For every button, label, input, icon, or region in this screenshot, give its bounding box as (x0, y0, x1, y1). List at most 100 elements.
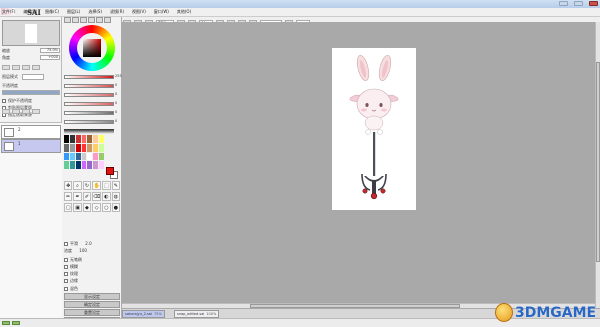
canvas-page[interactable] (332, 48, 416, 210)
color-slider[interactable] (64, 120, 114, 124)
minimize-button[interactable] (559, 1, 568, 6)
color-swatch[interactable] (99, 135, 104, 143)
tool-button[interactable]: ◆ (82, 203, 92, 212)
brush-setting-button[interactable]: 确定设定 (64, 301, 120, 308)
color-swatch[interactable] (69, 161, 75, 169)
nav-zoom-out-icon[interactable] (2, 65, 10, 70)
color-swatch[interactable] (99, 143, 104, 152)
color-swatch[interactable] (69, 135, 75, 143)
color-swatch[interactable] (64, 152, 69, 161)
tool-button[interactable]: ● (111, 203, 120, 212)
brush-option-radio[interactable] (64, 258, 68, 262)
nav-zoom-in-icon[interactable] (12, 65, 20, 70)
blending-checkbox[interactable] (64, 287, 68, 291)
color-swatch[interactable] (64, 143, 69, 152)
tool-button[interactable]: ⬚ (102, 181, 111, 190)
color-swatch[interactable] (93, 152, 99, 161)
color-wheel[interactable] (69, 25, 115, 71)
color-swatch[interactable] (81, 161, 87, 169)
menu-item-image[interactable]: 图像(C) (45, 9, 59, 15)
vertical-scrollbar-thumb[interactable] (596, 62, 600, 262)
brush-option-radio[interactable] (64, 272, 68, 276)
menu-item-other[interactable]: 其他(O) (177, 9, 191, 15)
menu-item-filter[interactable]: 滤镜(R) (110, 9, 124, 15)
tool-button[interactable]: ✒ (73, 192, 82, 201)
opacity-slider[interactable] (2, 90, 60, 95)
scratchpad-mode-icon[interactable] (104, 17, 111, 23)
color-swatch[interactable] (87, 161, 93, 169)
color-swatch[interactable] (93, 161, 99, 169)
color-swatch[interactable] (64, 135, 69, 143)
navigator-zoom-value[interactable]: 75.0% (40, 48, 60, 53)
saturation-value-square[interactable] (83, 39, 101, 57)
color-swatch[interactable] (93, 135, 99, 143)
menu-item-file[interactable]: 文件(F) (2, 9, 15, 15)
menu-item-layer[interactable]: 图层(L) (67, 9, 80, 15)
color-swatch[interactable] (87, 135, 93, 143)
layer-item[interactable]: 2 (1, 125, 61, 139)
brush-size-value[interactable]: 2.0 (85, 241, 91, 246)
merge-layer-icon[interactable] (22, 109, 30, 114)
color-swatch[interactable] (69, 143, 75, 152)
color-swatch[interactable] (81, 152, 87, 161)
tool-button[interactable]: ✥ (64, 181, 73, 190)
close-button[interactable] (589, 1, 598, 6)
tool-button[interactable]: ✐ (82, 192, 92, 201)
color-slider[interactable] (64, 75, 114, 79)
menu-item-edit[interactable]: 编辑(E) (23, 9, 37, 15)
tool-button[interactable]: ✋ (92, 181, 102, 190)
tool-button[interactable]: ◐ (102, 192, 111, 201)
layer-item-selected[interactable]: 1 (1, 139, 61, 153)
rgb-slider-mode-icon[interactable] (72, 17, 79, 23)
color-swatch[interactable] (69, 152, 75, 161)
file-tab[interactable]: sakurajyu_2.sai 75% (122, 310, 165, 318)
brush-option-radio[interactable] (64, 279, 68, 283)
color-slider[interactable] (64, 93, 114, 97)
menu-item-view[interactable]: 视图(V) (132, 9, 146, 15)
tool-button[interactable]: ◇ (92, 203, 102, 212)
tool-button[interactable]: ↻ (82, 181, 92, 190)
color-swatch[interactable] (75, 152, 81, 161)
navigator-angle-value[interactable]: +000 (40, 55, 60, 60)
color-swatch[interactable] (87, 143, 93, 152)
gray-strip[interactable] (64, 133, 114, 134)
color-swatch[interactable] (81, 135, 87, 143)
color-swatch[interactable] (99, 152, 104, 161)
hsv-slider-mode-icon[interactable] (80, 17, 87, 23)
tool-button[interactable]: ▣ (73, 203, 82, 212)
tool-button[interactable]: ◍ (111, 192, 120, 201)
color-swatch[interactable] (75, 161, 81, 169)
tool-button[interactable]: ⌫ (92, 192, 102, 201)
nav-reset-icon[interactable] (32, 65, 40, 70)
vertical-scrollbar[interactable] (595, 22, 600, 308)
tool-button[interactable]: ✎ (111, 181, 120, 190)
color-slider[interactable] (64, 84, 114, 88)
menu-item-select[interactable]: 选择(S) (88, 9, 102, 15)
canvas-area[interactable] (122, 22, 600, 308)
gradation-mode-icon[interactable] (88, 17, 95, 23)
color-wheel-mode-icon[interactable] (64, 17, 71, 23)
nav-rotate-icon[interactable] (22, 65, 30, 70)
color-slider[interactable] (64, 102, 114, 106)
delete-layer-icon[interactable] (32, 109, 40, 114)
brush-option-radio[interactable] (64, 265, 68, 269)
brush-setting-button[interactable]: 重置设定 (64, 309, 120, 316)
protect-opacity-checkbox[interactable] (2, 99, 6, 103)
color-swatch[interactable] (93, 143, 99, 152)
brush-setting-button[interactable]: 显示设定 (64, 293, 120, 300)
color-swatch[interactable] (99, 161, 104, 169)
tool-button[interactable]: ○ (102, 203, 111, 212)
tool-button[interactable]: ▢ (64, 203, 73, 212)
file-tab[interactable]: snap_edited.sai 100% (174, 310, 220, 318)
foreground-color[interactable] (106, 167, 114, 175)
tool-button[interactable]: ⌕ (73, 181, 82, 190)
color-swatch[interactable] (81, 143, 87, 152)
color-swatch[interactable] (87, 152, 93, 161)
new-layer-icon[interactable] (2, 109, 10, 114)
color-swatch[interactable] (64, 161, 69, 169)
maximize-button[interactable] (574, 1, 583, 6)
color-swatch[interactable] (75, 143, 81, 152)
color-swatch[interactable] (75, 135, 81, 143)
brush-pressure-checkbox[interactable] (64, 242, 68, 246)
fg-bg-colors[interactable] (106, 167, 118, 179)
